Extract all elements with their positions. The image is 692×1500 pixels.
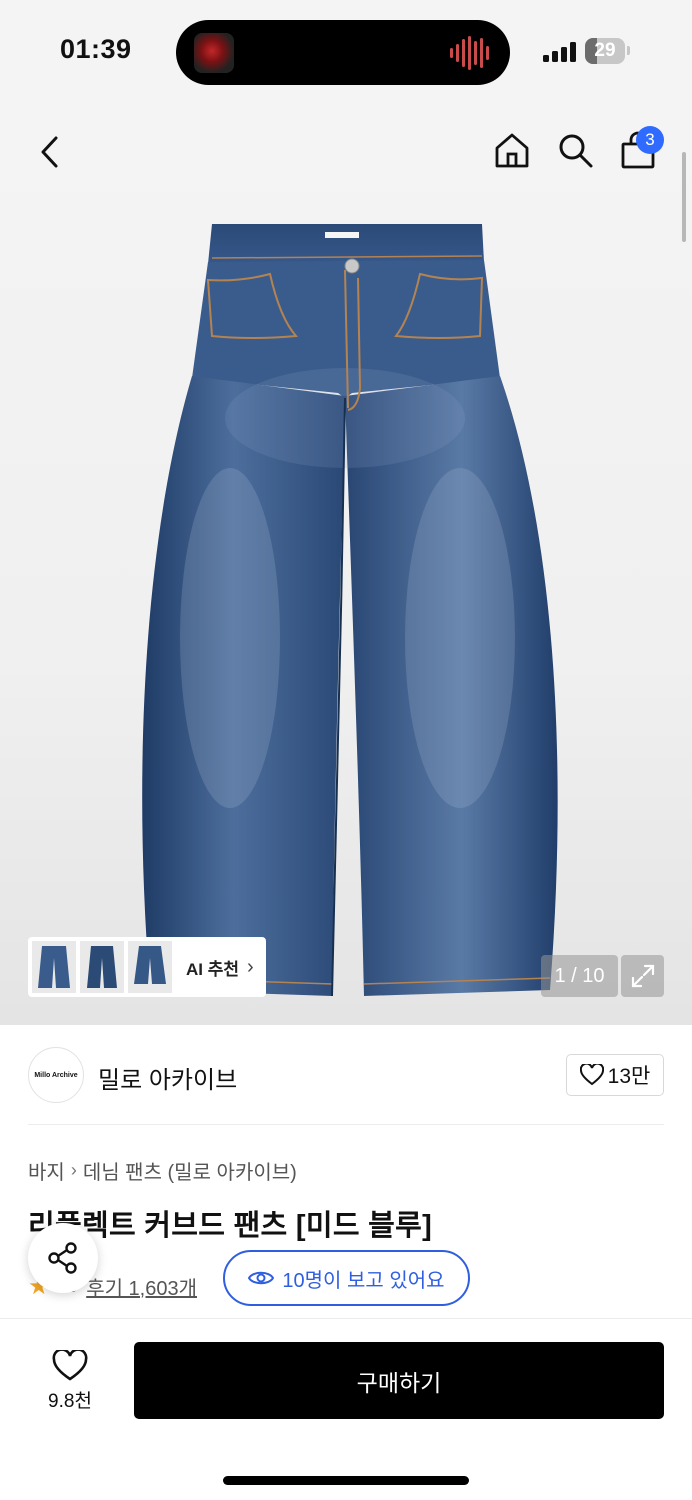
ai-thumbnail[interactable]	[32, 941, 76, 993]
breadcrumb-item[interactable]: 바지	[28, 1156, 65, 1185]
divider	[28, 1124, 664, 1125]
product-image-gallery[interactable]: AI 추천 › 1 / 10	[0, 100, 692, 1025]
battery-cap	[627, 46, 630, 55]
reviews-link[interactable]: 후기 1,603개	[86, 1272, 197, 1301]
audio-waveform-icon	[450, 36, 496, 70]
ai-recommend-button[interactable]: AI 추천 ›	[28, 937, 266, 997]
fullscreen-button[interactable]	[621, 955, 664, 997]
signal-icon	[543, 40, 577, 62]
now-playing-artwork	[194, 33, 234, 73]
home-icon	[495, 133, 529, 168]
brand-like-count: 13만	[607, 1065, 651, 1088]
scroll-indicator	[682, 152, 686, 242]
ai-thumbnail[interactable]	[80, 941, 124, 993]
status-time: 01:39	[60, 34, 132, 64]
share-icon	[48, 1242, 77, 1274]
breadcrumb: 바지 › 데님 팬츠 (밀로 아카이브)	[28, 1156, 297, 1185]
brand-like-button[interactable]: 13만	[566, 1054, 664, 1096]
product-photo-jeans	[142, 224, 558, 997]
jeans-thumb-icon	[87, 946, 117, 988]
battery-icon: 29	[585, 38, 625, 64]
search-button[interactable]	[553, 128, 597, 172]
home-indicator[interactable]	[223, 1476, 469, 1485]
jeans-thumb-icon	[134, 946, 166, 984]
image-counter: 1 / 10	[541, 955, 618, 997]
brand-name[interactable]: 밀로 아카이브	[98, 1060, 237, 1095]
search-icon	[559, 134, 593, 168]
buy-button[interactable]: 구매하기	[134, 1342, 664, 1419]
cart-count-badge: 3	[636, 126, 664, 154]
brand-logo[interactable]: Millo Archive	[28, 1047, 84, 1103]
jeans-thumb-icon	[38, 946, 70, 988]
wishlist-count: 9.8천	[48, 1390, 92, 1412]
ai-recommend-label: AI 추천	[186, 959, 240, 979]
chevron-right-icon: ›	[247, 955, 254, 978]
battery-percent: 29	[594, 40, 616, 61]
share-button[interactable]	[28, 1223, 98, 1293]
ai-thumbnail[interactable]	[128, 941, 172, 993]
dynamic-island[interactable]	[176, 20, 510, 85]
heart-icon	[52, 1349, 88, 1381]
chevron-right-icon: ›	[70, 1160, 77, 1180]
viewers-badge: 10명이 보고 있어요	[223, 1250, 470, 1306]
expand-icon	[631, 964, 654, 988]
viewers-text: 10명이 보고 있어요	[282, 1269, 445, 1292]
breadcrumb-item[interactable]: 데님 팬츠 (밀로 아카이브)	[83, 1156, 297, 1185]
wishlist-button[interactable]: 9.8천	[28, 1344, 112, 1418]
back-button[interactable]	[28, 130, 72, 174]
home-button[interactable]	[490, 128, 534, 172]
chevron-left-icon	[41, 136, 58, 168]
status-bar: 01:39 29	[0, 0, 692, 100]
heart-icon	[579, 1064, 604, 1086]
eye-icon	[248, 1271, 275, 1285]
